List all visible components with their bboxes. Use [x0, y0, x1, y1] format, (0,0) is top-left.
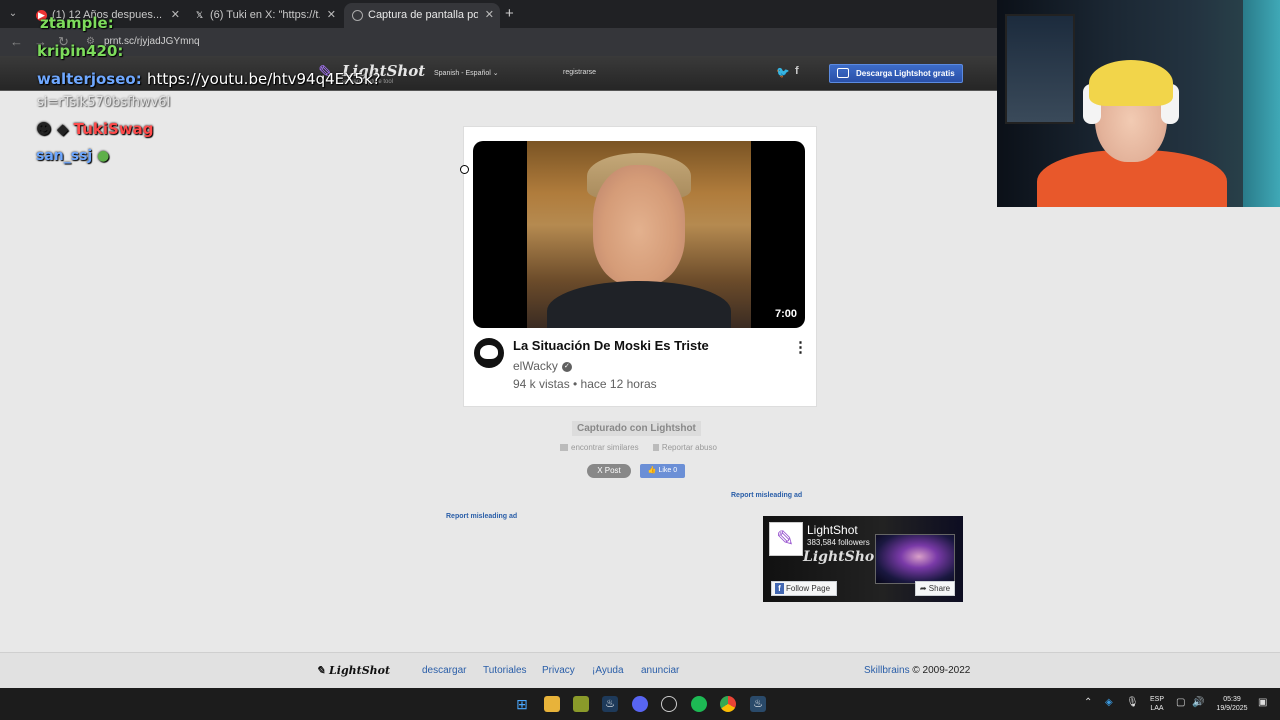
spotify-icon[interactable]: [691, 696, 707, 712]
fb-brand-overlay: LightShot: [803, 549, 881, 565]
video-duration: 7:00: [774, 308, 797, 320]
facebook-like-button[interactable]: 👍 Like 0: [640, 464, 685, 478]
volume-icon[interactable]: 🔊: [1192, 697, 1204, 708]
channel-avatar: [474, 338, 504, 368]
footer-link-tutorials[interactable]: Tutoriales: [483, 665, 527, 676]
more-options-icon: ⋮: [793, 339, 808, 356]
find-similar-link[interactable]: encontrar similares: [560, 443, 645, 452]
tab-close-icon[interactable]: ✕: [327, 3, 336, 28]
clock[interactable]: 05:39 19/9/2025: [1210, 695, 1254, 713]
footer-copyright: Skillbrains © 2009-2022: [864, 665, 971, 676]
microphone-icon[interactable]: 🎙: [1126, 697, 1139, 708]
tab-search-icon[interactable]: ⌄: [4, 5, 22, 23]
chat-message-continued: si=rTsik570bsfhwv6I: [37, 95, 171, 110]
facebook-page-widget[interactable]: LightShot 383,584 followers LightShot Fo…: [763, 516, 963, 602]
thumbs-up-icon: 👍: [647, 467, 659, 474]
footer-link-help[interactable]: ¡Ayuda: [592, 665, 624, 676]
download-button[interactable]: Descarga Lightshot gratis: [829, 64, 963, 83]
photos-app-icon[interactable]: [573, 696, 589, 712]
channel-name: elWacky ✓: [513, 359, 572, 373]
discord-icon[interactable]: [632, 696, 648, 712]
captured-with-label: Capturado con Lightshot: [572, 421, 701, 436]
person-shirt: [547, 281, 731, 328]
tab-x[interactable]: 𝕏 (6) Tuki en X: "https://t.co/ked0 ✕: [186, 3, 342, 28]
galaxy-cover-image: [875, 534, 955, 584]
x-logo-icon: 𝕏: [195, 10, 204, 20]
chat-message: ☻ ◆ TukiSwag: [36, 120, 154, 138]
footer-link-privacy[interactable]: Privacy: [542, 665, 575, 676]
globe-icon: [352, 10, 363, 21]
video-stats: 94 k vistas • hace 12 horas: [513, 377, 657, 391]
chrome-icon[interactable]: [720, 696, 736, 712]
chat-username: kripin420:: [37, 42, 124, 60]
webcam-background-window: [1005, 14, 1075, 124]
video-frame: [527, 141, 751, 328]
obs-icon[interactable]: [661, 696, 677, 712]
footer-link-advertise[interactable]: anunciar: [641, 665, 679, 676]
report-misleading-ad-link[interactable]: Report misleading ad: [446, 513, 517, 520]
flag-icon: [652, 444, 659, 452]
x-post-button[interactable]: X Post: [587, 464, 631, 478]
chat-message: walterjoseo: https://youtu.be/htv94q4EX5…: [37, 70, 381, 88]
notifications-icon[interactable]: ▣: [1258, 697, 1267, 708]
video-thumbnail: 7:00: [473, 141, 805, 328]
new-tab-button[interactable]: +: [505, 5, 514, 22]
footer: ✎ LightShot descargar Tutoriales Privacy…: [0, 652, 1280, 688]
report-abuse-link[interactable]: Reportar abuso: [652, 443, 723, 452]
input-language[interactable]: ESP LAA: [1146, 695, 1168, 713]
report-misleading-ad-link[interactable]: Report misleading ad: [731, 492, 802, 499]
verified-icon: ✓: [561, 361, 572, 372]
tab-close-icon[interactable]: ✕: [485, 3, 494, 28]
lightshot-page-logo: [769, 522, 803, 556]
screenshot-image: 7:00 La Situación De Moski Es Triste ⋮ e…: [463, 126, 817, 407]
twitter-icon[interactable]: 🐦: [776, 66, 790, 79]
pepe-emote-icon: ●: [97, 148, 110, 164]
chat-message: san_ssj ●: [36, 148, 110, 164]
emote-icon: ☻ ◆: [36, 120, 74, 138]
tab-close-icon[interactable]: ✕: [171, 3, 180, 28]
share-icon: ➦: [919, 584, 929, 593]
tab-label: (6) Tuki en X: "https://t.co/ked0: [210, 9, 320, 21]
chat-username: ztample:: [40, 14, 114, 32]
tray-chevron-icon[interactable]: ⌃: [1084, 697, 1092, 708]
security-shield-icon[interactable]: ◈: [1105, 697, 1113, 708]
webcam-background-light: [1243, 0, 1280, 207]
network-icon[interactable]: ▢: [1176, 697, 1185, 708]
fb-follow-button[interactable]: Follow Page: [771, 581, 837, 596]
download-button-label: Descarga Lightshot gratis: [856, 69, 955, 78]
image-actions: encontrar similares Reportar abuso: [560, 443, 729, 452]
back-icon[interactable]: ←: [10, 34, 23, 49]
tab-lightshot[interactable]: Captura de pantalla por Lightsl ✕: [344, 3, 500, 28]
skillbrains-link[interactable]: Skillbrains: [864, 665, 910, 676]
tab-label: Captura de pantalla por Lightsl: [368, 9, 478, 21]
fb-page-name[interactable]: LightShot: [807, 523, 858, 537]
footer-link-download[interactable]: descargar: [422, 665, 466, 676]
person-face: [593, 165, 685, 285]
windows-start-icon[interactable]: ⊞: [514, 696, 530, 712]
download-icon: [837, 68, 849, 78]
steam-icon[interactable]: ♨: [602, 696, 618, 712]
fb-followers-count: 383,584 followers: [807, 538, 870, 547]
taskbar: ⊞ ♨ ♨ ⌃ ◈ 🎙 ESP LAA ▢ 🔊 05:39 19/9/2025 ▣: [0, 688, 1280, 720]
fb-share-button[interactable]: ➦ Share: [915, 581, 955, 596]
register-link[interactable]: registrarse: [563, 69, 596, 76]
webcam-overlay: [997, 0, 1280, 207]
zoom-cursor-icon: [460, 165, 469, 174]
footer-logo[interactable]: ✎ LightShot: [316, 664, 390, 677]
steam-icon[interactable]: ♨: [750, 696, 766, 712]
image-icon: [560, 444, 568, 452]
language-select[interactable]: Spanish - Español ⌄: [434, 69, 499, 77]
streamer-beanie: [1089, 60, 1173, 106]
video-title: La Situación De Moski Es Triste: [513, 338, 709, 353]
file-explorer-icon[interactable]: [544, 696, 560, 712]
facebook-icon[interactable]: f: [795, 65, 799, 77]
